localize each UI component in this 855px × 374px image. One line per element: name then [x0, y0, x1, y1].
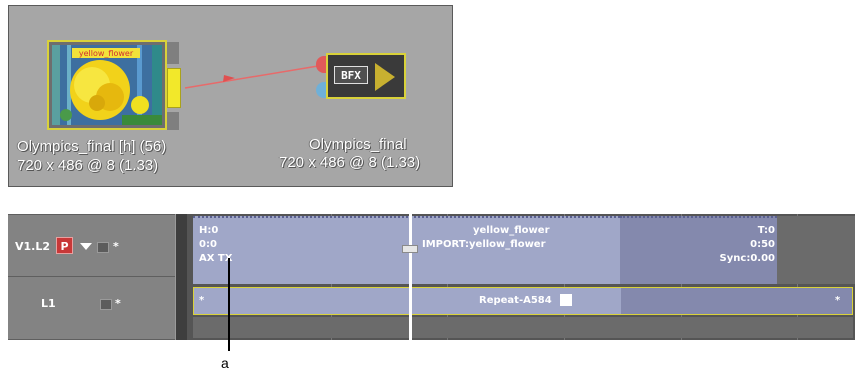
source-node-dimensions: 720 x 486 @ 8 (1.33)	[17, 157, 159, 174]
track-header-panel: V1.L2 P * L1 *	[8, 214, 175, 340]
source-bottom-tab	[167, 112, 179, 130]
schematic-panel: yellow_flower BFX Olympics_final [h] (56…	[8, 5, 453, 187]
timeline: V1.L2 P * L1 * H:0 0:0 AX TX yellow_flow…	[8, 214, 855, 340]
bfx-node-body[interactable]: BFX	[326, 53, 406, 99]
clip-offset: 0:0	[199, 239, 217, 250]
svg-text:yellow_flower: yellow_flower	[79, 49, 134, 58]
bfx-front-input[interactable]	[316, 56, 326, 73]
connector-arrow-icon	[223, 75, 235, 82]
dropdown-arrow-icon[interactable]	[80, 243, 92, 250]
flower-thumbnail-image: yellow_flower	[52, 45, 162, 125]
source-top-tab	[167, 42, 179, 64]
play-icon	[375, 63, 395, 91]
track-toggle-box[interactable]	[97, 242, 109, 253]
track-star: *	[115, 297, 121, 310]
primary-track-badge[interactable]: P	[56, 237, 73, 254]
empty-track-segment	[193, 317, 853, 338]
playhead[interactable]	[409, 214, 412, 340]
source-clip-node[interactable]: yellow_flower	[47, 40, 185, 136]
clip-tail: T:0	[757, 225, 775, 236]
track-star: *	[113, 240, 119, 253]
bfx-node[interactable]: BFX	[316, 53, 408, 99]
track-header-l1[interactable]: L1 *	[8, 277, 175, 339]
repeat-clip-tail[interactable]	[621, 288, 852, 314]
clip-end-time: 0:50	[750, 239, 775, 250]
clip-sync: Sync:0.00	[719, 253, 775, 264]
bfx-node-dimensions: 720 x 486 @ 8 (1.33)	[279, 154, 421, 171]
clip-import-source: IMPORT:yellow_flower	[422, 239, 546, 250]
bfx-label: BFX	[334, 66, 368, 84]
source-thumbnail-frame: yellow_flower	[47, 40, 167, 130]
bfx-node-name: Olympics_final	[309, 136, 407, 153]
callout-line	[228, 258, 230, 351]
track-area[interactable]: H:0 0:0 AX TX yellow_flower IMPORT:yello…	[187, 214, 855, 340]
clip-head: H:0	[199, 225, 219, 236]
repeat-clip-star: *	[835, 295, 841, 306]
track-header-v1[interactable]: V1.L2 P *	[8, 215, 175, 277]
clip-name: yellow_flower	[473, 225, 550, 236]
repeat-clip-label: Repeat-A584	[479, 295, 552, 306]
source-node-name: Olympics_final [h] (56)	[17, 138, 167, 155]
track-toggle-box[interactable]	[100, 299, 112, 310]
repeat-clip-star: *	[199, 295, 205, 306]
track-label: V1.L2	[15, 240, 51, 253]
track-label: L1	[41, 297, 56, 310]
callout-label: a	[221, 355, 229, 371]
repeat-clip-box-icon	[560, 294, 572, 306]
bfx-matte-input[interactable]	[316, 82, 326, 98]
playhead-handle[interactable]	[402, 245, 418, 253]
empty-track-segment	[777, 216, 855, 284]
source-output-tab[interactable]	[167, 68, 181, 108]
